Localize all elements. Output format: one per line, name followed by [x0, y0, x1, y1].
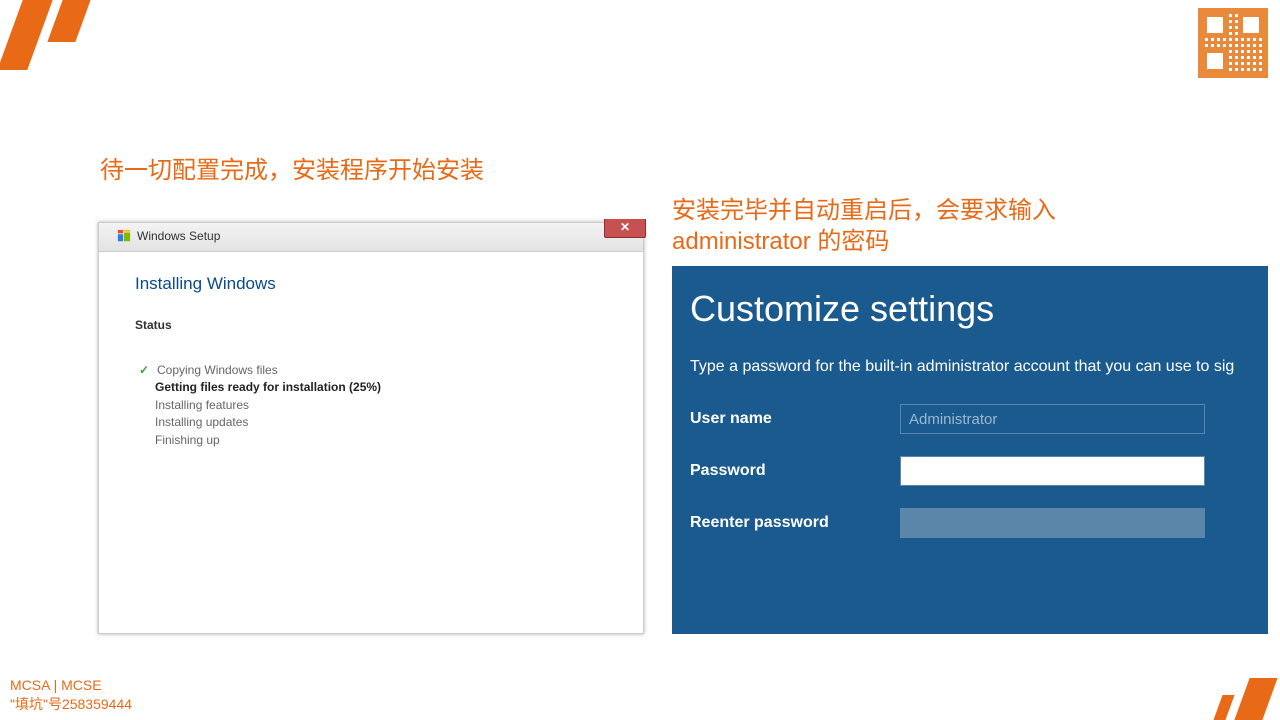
step-installing-updates: Installing updates — [155, 414, 607, 431]
reenter-password-label: Reenter password — [690, 514, 900, 532]
install-steps: ✓Copying Windows files Getting files rea… — [139, 362, 607, 449]
caption-left: 待一切配置完成，安装程序开始安装 — [100, 155, 484, 186]
windows-setup-icon — [117, 229, 131, 243]
close-button[interactable]: ✕ — [604, 219, 646, 238]
username-label: User name — [690, 410, 900, 428]
footer-line1: MCSA | MCSE — [10, 676, 132, 695]
qr-code — [1198, 8, 1268, 78]
password-field[interactable] — [900, 456, 1205, 486]
step-finishing: Finishing up — [155, 432, 607, 449]
customize-description: Type a password for the built-in adminis… — [690, 358, 1268, 376]
customize-settings-panel: Customize settings Type a password for t… — [672, 266, 1268, 634]
titlebar: Windows Setup ✕ — [99, 223, 643, 252]
caption-right: 安装完毕并自动重启后，会要求输入 administrator 的密码 — [672, 195, 1056, 257]
username-field — [900, 404, 1205, 434]
footer-line2: "填坑"号258359444 — [10, 695, 132, 714]
footer: MCSA | MCSE "填坑"号258359444 — [10, 676, 132, 714]
window-title: Windows Setup — [137, 229, 220, 243]
windows-setup-window: Windows Setup ✕ Installing Windows Statu… — [98, 222, 644, 634]
checkmark-icon: ✓ — [139, 362, 153, 379]
step-installing-features: Installing features — [155, 397, 607, 414]
step-copying: Copying Windows files — [157, 362, 278, 379]
reenter-password-field[interactable] — [900, 508, 1205, 538]
password-label: Password — [690, 462, 900, 480]
status-label: Status — [135, 318, 607, 332]
setup-heading: Installing Windows — [135, 274, 607, 294]
step-getting-ready: Getting files ready for installation (25… — [155, 379, 607, 396]
customize-heading: Customize settings — [690, 288, 1268, 330]
